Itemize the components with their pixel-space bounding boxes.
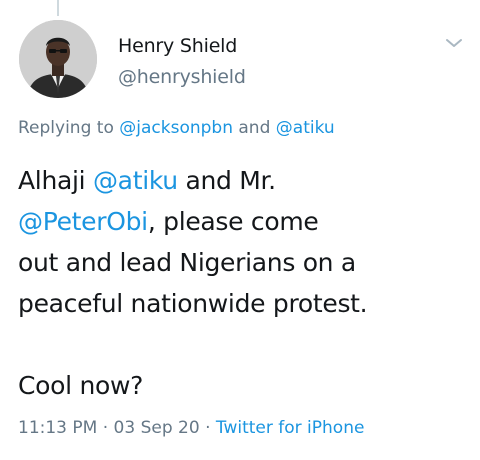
mention-peterobi[interactable]: @PeterObi xyxy=(18,207,148,236)
tweet-date[interactable]: 03 Sep 20 xyxy=(114,418,200,438)
tweet-text-segment: and Mr. xyxy=(185,166,276,195)
author-handle[interactable]: @henryshield xyxy=(118,66,246,88)
replying-to-label: Replying to xyxy=(18,118,114,138)
tweet-line-2: @PeterObi, please come xyxy=(18,201,473,242)
meta-separator: · xyxy=(205,418,211,438)
avatar-image xyxy=(19,20,97,98)
tweet-line-1: Alhaji @atiku and Mr. xyxy=(18,160,473,201)
reply-mention-atiku[interactable]: @atiku xyxy=(276,118,335,138)
thread-line xyxy=(57,0,59,16)
tweet-line-4: peaceful nationwide protest. xyxy=(18,289,368,318)
replying-to: Replying to @jacksonpbn and @atiku xyxy=(18,118,335,138)
chevron-down-icon[interactable] xyxy=(444,36,464,50)
mention-atiku[interactable]: @atiku xyxy=(93,166,178,195)
author-name[interactable]: Henry Shield xyxy=(118,35,237,57)
meta-separator: · xyxy=(102,418,109,438)
replying-to-conjunction: and xyxy=(238,118,271,138)
tweet-text: Alhaji @atiku and Mr. @PeterObi, please … xyxy=(18,160,473,406)
tweet-line-3: out and lead Nigerians on a xyxy=(18,248,356,277)
tweet-source[interactable]: Twitter for iPhone xyxy=(216,418,365,438)
avatar[interactable] xyxy=(19,20,97,98)
tweet-meta: 11:13 PM · 03 Sep 20 · Twitter for iPhon… xyxy=(18,418,364,438)
tweet-time[interactable]: 11:13 PM xyxy=(18,418,97,438)
tweet-text-segment: , please come xyxy=(147,207,319,236)
reply-mention-jacksonpbn[interactable]: @jacksonpbn xyxy=(119,118,233,138)
tweet-text-segment: Alhaji xyxy=(18,166,86,195)
tweet-line-5: Cool now? xyxy=(18,371,144,400)
